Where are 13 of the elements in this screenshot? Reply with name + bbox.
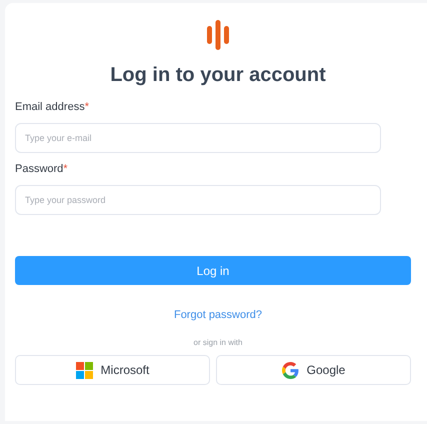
divider-text: or sign in with xyxy=(192,338,242,347)
field-label: Password xyxy=(15,163,64,175)
required-mark: * xyxy=(84,101,89,113)
google-button[interactable]: Google xyxy=(216,355,411,385)
g-letter-icon xyxy=(282,362,299,378)
required-mark: * xyxy=(63,163,68,175)
logo-icon xyxy=(207,20,229,50)
input-field[interactable]: Type your e-mail xyxy=(15,123,381,153)
input-field[interactable]: Type your password xyxy=(15,185,381,215)
microsoft-button[interactable]: Microsoft xyxy=(15,355,210,385)
field-label: Email address xyxy=(15,101,85,113)
page-title: Log in to your account xyxy=(109,64,327,87)
four-squares-icon xyxy=(76,362,93,378)
